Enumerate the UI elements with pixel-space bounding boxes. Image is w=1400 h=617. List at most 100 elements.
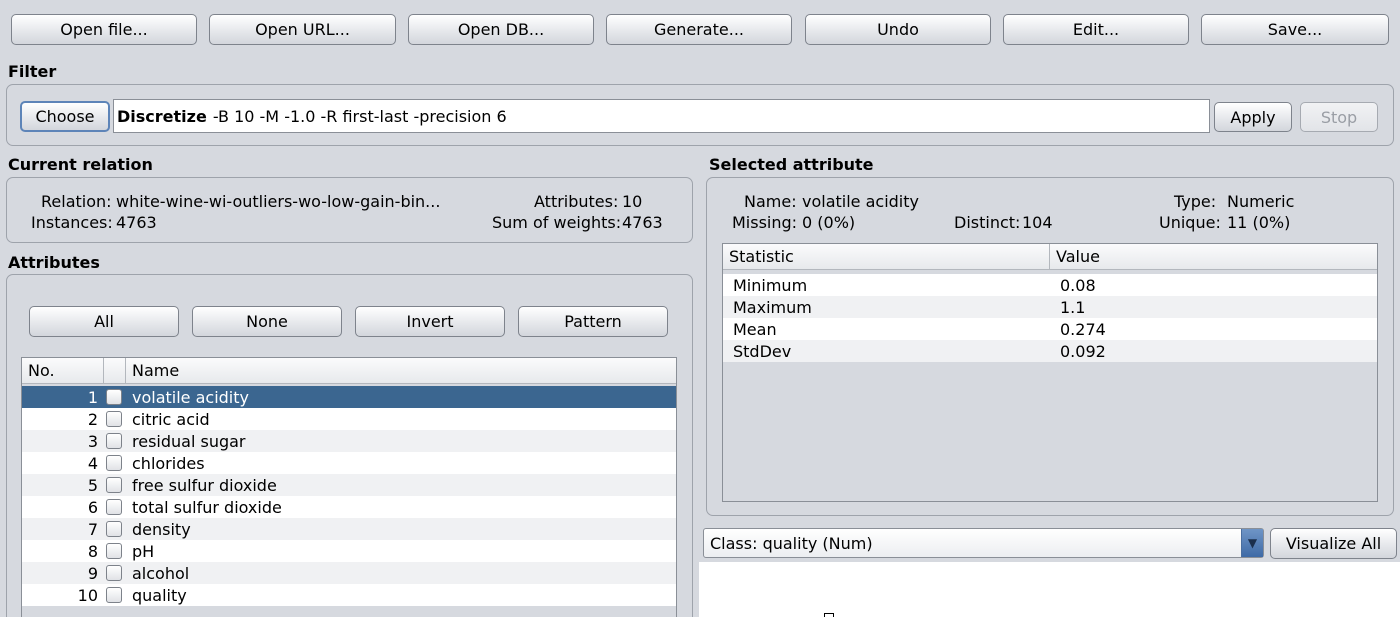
row-number: 3 [87, 431, 98, 451]
row-checkbox[interactable] [106, 543, 122, 559]
current-relation-label: Current relation [8, 155, 153, 174]
row-checkbox[interactable] [106, 433, 122, 449]
table-row[interactable]: 2 citric acid [22, 408, 676, 430]
table-row[interactable]: 6 total sulfur dioxide [22, 496, 676, 518]
attributes-section-label: Attributes [8, 253, 100, 272]
col-no-header[interactable]: No. [22, 358, 104, 384]
choose-filter-button[interactable]: Choose [20, 101, 110, 132]
stat-name: StdDev [733, 341, 792, 361]
select-all-button[interactable]: All [29, 306, 179, 337]
save-button[interactable]: Save... [1201, 14, 1389, 45]
stat-name: Minimum [733, 275, 808, 295]
row-checkbox[interactable] [106, 477, 122, 493]
row-number: 5 [87, 475, 98, 495]
visualize-all-button[interactable]: Visualize All [1270, 528, 1397, 559]
row-checkbox[interactable] [106, 499, 122, 515]
table-row[interactable]: 8 pH [22, 540, 676, 562]
row-name: pH [132, 541, 155, 561]
attr-unique-label: Unique: [1159, 213, 1221, 232]
sum-weights-label: Sum of weights: [492, 213, 622, 232]
col-statistic-header[interactable]: Statistic [723, 244, 1050, 270]
col-value-header[interactable]: Value [1050, 244, 1377, 270]
invert-selection-button[interactable]: Invert [355, 306, 505, 337]
stat-name: Maximum [733, 297, 812, 317]
pattern-select-button[interactable]: Pattern [518, 306, 668, 337]
edit-button[interactable]: Edit... [1003, 14, 1189, 45]
stat-row[interactable]: Minimum 0.08 [723, 274, 1377, 296]
table-row[interactable]: 3 residual sugar [22, 430, 676, 452]
row-number: 7 [87, 519, 98, 539]
attr-name-label: Name: [744, 192, 797, 211]
stat-value: 0.274 [1060, 319, 1106, 339]
row-number: 9 [87, 563, 98, 583]
open-file-button[interactable]: Open file... [11, 14, 197, 45]
row-number: 4 [87, 453, 98, 473]
row-checkbox[interactable] [106, 521, 122, 537]
row-name: quality [132, 585, 187, 605]
table-row[interactable]: 7 density [22, 518, 676, 540]
filter-name: Discretize [117, 106, 207, 126]
attr-missing-value: 0 (0%) [802, 213, 856, 232]
stat-value: 1.1 [1060, 297, 1086, 317]
row-checkbox[interactable] [106, 587, 122, 603]
attributes-count-label: Attributes: [534, 192, 619, 211]
apply-button[interactable]: Apply [1214, 102, 1292, 132]
row-name: density [132, 519, 191, 539]
stat-row[interactable]: Mean 0.274 [723, 318, 1377, 340]
generate-button[interactable]: Generate... [606, 14, 792, 45]
stat-name: Mean [733, 319, 777, 339]
table-row[interactable]: 1 volatile acidity [22, 386, 676, 408]
visualization-area [699, 562, 1400, 617]
stat-row[interactable]: StdDev 0.092 [723, 340, 1377, 362]
open-url-button[interactable]: Open URL... [209, 14, 396, 45]
plot-marker [824, 613, 834, 617]
row-checkbox[interactable] [106, 411, 122, 427]
row-name: residual sugar [132, 431, 246, 451]
attr-unique-value: 11 (0%) [1227, 213, 1291, 232]
col-check-header[interactable] [104, 358, 126, 384]
row-name: alcohol [132, 563, 190, 583]
selected-attribute-label: Selected attribute [709, 155, 874, 174]
attr-missing-label: Missing: [732, 213, 798, 232]
attr-distinct-value: 104 [1022, 213, 1053, 232]
row-checkbox[interactable] [106, 565, 122, 581]
table-row[interactable]: 5 free sulfur dioxide [22, 474, 676, 496]
select-none-button[interactable]: None [192, 306, 342, 337]
table-row[interactable]: 4 chlorides [22, 452, 676, 474]
attr-name-value: volatile acidity [802, 192, 919, 211]
row-name: volatile acidity [132, 387, 249, 407]
row-number: 2 [87, 409, 98, 429]
row-name: citric acid [132, 409, 210, 429]
stat-value: 0.092 [1060, 341, 1106, 361]
row-checkbox[interactable] [106, 455, 122, 471]
sum-weights-value: 4763 [622, 213, 663, 232]
attributes-count-value: 10 [622, 192, 643, 211]
table-row[interactable]: 10 quality [22, 584, 676, 606]
row-checkbox[interactable] [106, 389, 122, 405]
row-number: 8 [87, 541, 98, 561]
attr-type-label: Type: [1174, 192, 1217, 211]
table-row[interactable]: 9 alcohol [22, 562, 676, 584]
undo-button[interactable]: Undo [805, 14, 991, 45]
filter-config-field[interactable]: Discretize -B 10 -M -1.0 -R first-last -… [113, 99, 1210, 133]
open-db-button[interactable]: Open DB... [408, 14, 594, 45]
statistics-table[interactable]: Statistic Value Minimum 0.08 Maximum 1.1… [722, 243, 1378, 502]
attributes-table[interactable]: No. Name 1 volatile acidity 2 citric aci… [21, 357, 677, 617]
attr-type-value: Numeric [1227, 192, 1295, 211]
col-name-header[interactable]: Name [126, 358, 676, 384]
relation-value: white-wine-wi-outliers-wo-low-gain-bin..… [116, 192, 441, 211]
row-name: total sulfur dioxide [132, 497, 282, 517]
stop-button[interactable]: Stop [1300, 102, 1378, 132]
instances-label: Instances: [31, 213, 113, 232]
class-select[interactable]: Class: quality (Num) ▼ [703, 528, 1264, 558]
row-name: free sulfur dioxide [132, 475, 277, 495]
row-name: chlorides [132, 453, 205, 473]
attr-distinct-label: Distinct: [954, 213, 1021, 232]
stat-row[interactable]: Maximum 1.1 [723, 296, 1377, 318]
stat-value: 0.08 [1060, 275, 1096, 295]
filter-section-label: Filter [8, 62, 57, 81]
relation-label: Relation: [41, 192, 112, 211]
chevron-down-icon[interactable]: ▼ [1241, 529, 1263, 557]
row-number: 10 [77, 585, 98, 605]
row-number: 1 [87, 387, 98, 407]
